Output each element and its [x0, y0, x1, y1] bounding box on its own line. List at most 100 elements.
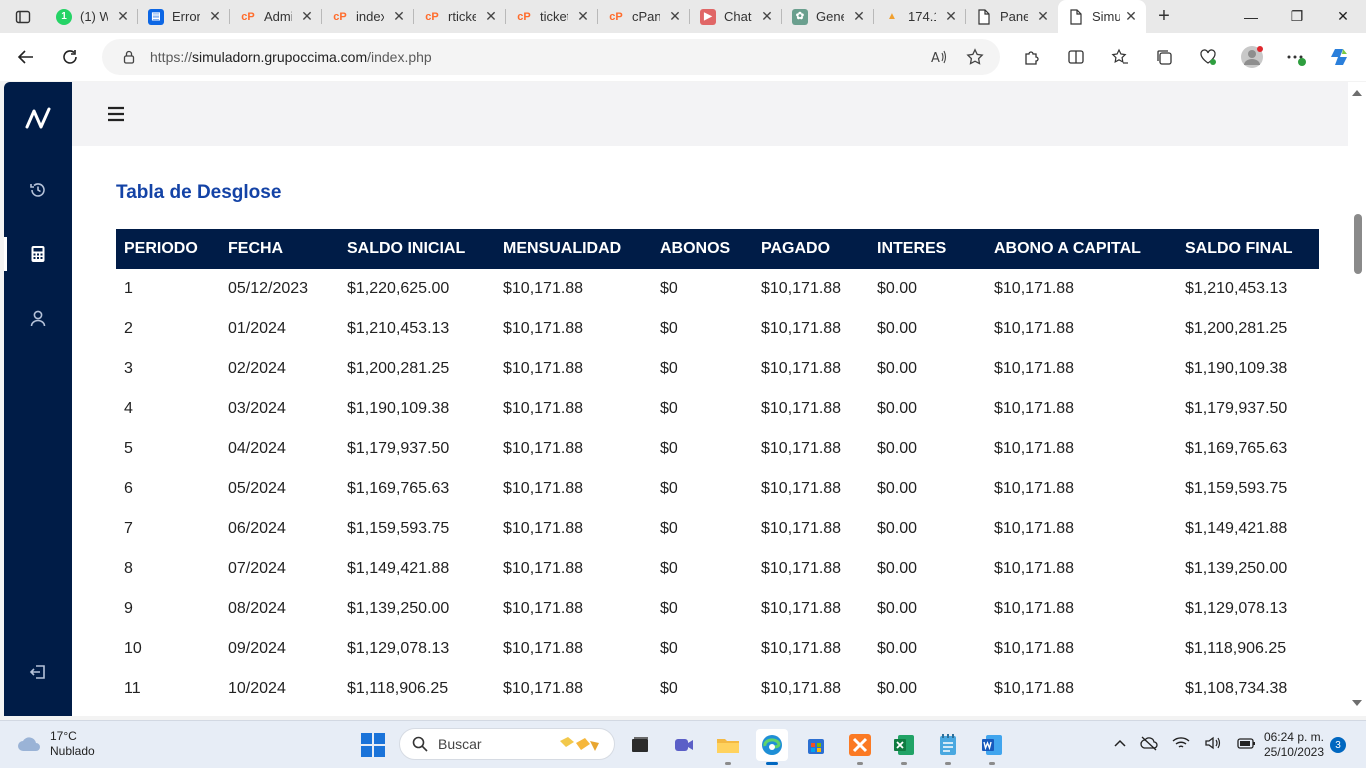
- performance-button[interactable]: [1186, 39, 1230, 75]
- browser-tab[interactable]: ✿ Gene ✕: [782, 0, 874, 33]
- close-tab-icon[interactable]: ✕: [760, 8, 774, 25]
- cloud-icon: [18, 737, 40, 751]
- read-aloud-icon[interactable]: A: [930, 48, 948, 66]
- browser-tab[interactable]: ▲ 174.1 ✕: [874, 0, 966, 33]
- taskbar-xampp[interactable]: [844, 729, 876, 765]
- table-cell: $10,171.88: [994, 400, 1075, 417]
- volume-icon[interactable]: [1204, 735, 1222, 751]
- sidebar-item-profile[interactable]: [4, 298, 72, 338]
- close-tab-icon[interactable]: ✕: [208, 8, 222, 25]
- table-cell: $10,171.88: [503, 640, 584, 657]
- browser-tab[interactable]: Pane ✕: [966, 0, 1058, 33]
- sidebar-item-logout[interactable]: [4, 652, 72, 692]
- table-row: 4 03/2024 $1,190,109.38 $10,171.88 $0 $10,171…: [116, 389, 1319, 429]
- collections-button[interactable]: [1142, 39, 1186, 75]
- start-button[interactable]: [360, 732, 386, 763]
- taskbar-store[interactable]: [800, 729, 832, 761]
- taskbar-word[interactable]: [976, 729, 1008, 765]
- close-tab-icon[interactable]: ✕: [484, 8, 498, 25]
- favorites-button[interactable]: [1098, 39, 1142, 75]
- back-button[interactable]: [8, 39, 44, 75]
- taskbar-task-view[interactable]: [624, 729, 656, 761]
- table-row: 10 09/2024 $1,129,078.13 $10,171.88 $0 $10,17…: [116, 629, 1319, 669]
- close-tab-icon[interactable]: ✕: [576, 8, 590, 25]
- taskbar-search[interactable]: Buscar: [399, 728, 615, 760]
- close-tab-icon[interactable]: ✕: [1124, 8, 1138, 25]
- close-window-button[interactable]: ✕: [1320, 0, 1366, 33]
- store-icon: [808, 739, 824, 754]
- close-tab-icon[interactable]: ✕: [668, 8, 682, 25]
- close-tab-icon[interactable]: ✕: [300, 8, 314, 25]
- address-bar[interactable]: https://simuladorn.grupoccima.com/index.…: [102, 39, 1000, 75]
- extensions-button[interactable]: [1010, 39, 1054, 75]
- sidebar-item-history[interactable]: [4, 170, 72, 210]
- split-screen-button[interactable]: [1054, 39, 1098, 75]
- weather-widget[interactable]: 17°C Nublado: [16, 729, 95, 759]
- sidebar-item-calculator[interactable]: [4, 234, 72, 274]
- battery-icon[interactable]: [1236, 735, 1256, 751]
- page-scrollbar[interactable]: [1348, 82, 1366, 716]
- table-cell: $0: [660, 400, 678, 417]
- browser-tab[interactable]: ▤ Error ✕: [138, 0, 230, 33]
- phpmyadmin-icon: ▲: [887, 11, 897, 22]
- system-clock[interactable]: 06:24 p. m. 25/10/2023: [1258, 730, 1324, 760]
- scroll-down-arrow[interactable]: [1352, 700, 1362, 706]
- browser-tab[interactable]: cP index ✕: [322, 0, 414, 33]
- tab-actions-button[interactable]: [0, 0, 46, 33]
- browser-tab[interactable]: cP cPan ✕: [598, 0, 690, 33]
- close-tab-icon[interactable]: ✕: [1036, 8, 1050, 25]
- table-cell: 06/2024: [228, 520, 286, 537]
- weather-temp: 17°C: [50, 729, 77, 743]
- reload-icon: [63, 50, 77, 64]
- close-tab-icon[interactable]: ✕: [944, 8, 958, 25]
- close-tab-icon[interactable]: ✕: [392, 8, 406, 25]
- wifi-icon[interactable]: [1172, 735, 1190, 751]
- svg-text:A: A: [931, 51, 940, 66]
- browser-tab[interactable]: cP Admi ✕: [230, 0, 322, 33]
- table-cell: $1,139,250.00: [347, 600, 450, 617]
- chevron-up-icon[interactable]: [1114, 738, 1126, 748]
- menu-toggle-button[interactable]: [106, 104, 126, 124]
- taskbar-excel[interactable]: [888, 729, 920, 765]
- taskbar-meet[interactable]: [668, 729, 700, 761]
- table-cell: $10,171.88: [994, 520, 1075, 537]
- taskbar-explorer[interactable]: [712, 729, 744, 765]
- web-app: Tabla de Desglose PERIODO FECHA SALDO INIC…: [4, 82, 1366, 716]
- table-cell: $10,171.88: [994, 280, 1075, 297]
- reload-button[interactable]: [52, 39, 88, 75]
- favorite-star-icon[interactable]: [966, 48, 984, 66]
- close-tab-icon[interactable]: ✕: [852, 8, 866, 25]
- new-tab-button[interactable]: +: [1146, 5, 1182, 28]
- table-cell: 05/2024: [228, 480, 286, 497]
- table-header: PERIODO FECHA SALDO INICIAL MENSUALIDAD ABON…: [116, 229, 1319, 269]
- table-cell: $1,210,453.13: [1185, 280, 1288, 297]
- sidebar-logo[interactable]: [4, 98, 72, 138]
- table-cell: $0: [660, 360, 678, 377]
- table-cell: 5: [124, 440, 133, 457]
- column-header: ABONOS: [652, 229, 753, 269]
- browser-tab[interactable]: 1 (1) W ✕: [46, 0, 138, 33]
- copilot-button[interactable]: [1318, 39, 1362, 75]
- settings-menu-button[interactable]: [1274, 39, 1318, 75]
- browser-tab[interactable]: cP ticket ✕: [506, 0, 598, 33]
- close-tab-icon[interactable]: ✕: [116, 8, 130, 25]
- minimize-button[interactable]: —: [1228, 0, 1274, 33]
- clock-date: 25/10/2023: [1263, 745, 1324, 759]
- notification-badge[interactable]: 3: [1330, 737, 1346, 753]
- running-indicator: [989, 762, 995, 765]
- table-cell: 03/2024: [228, 400, 286, 417]
- taskbar-notepad[interactable]: [932, 729, 964, 765]
- browser-tab[interactable]: Simu ✕: [1058, 0, 1146, 33]
- calculator-icon: [31, 246, 45, 262]
- scroll-thumb[interactable]: [1354, 214, 1362, 274]
- cloud-sync-icon[interactable]: [1140, 735, 1158, 751]
- profile-button[interactable]: [1230, 39, 1274, 75]
- restore-button[interactable]: ❐: [1274, 0, 1320, 33]
- table-cell: $1,179,937.50: [1185, 400, 1288, 417]
- main-content: Tabla de Desglose PERIODO FECHA SALDO INIC…: [72, 146, 1348, 716]
- taskbar-edge[interactable]: [756, 729, 788, 765]
- browser-tab[interactable]: ▶ Chat ✕: [690, 0, 782, 33]
- cpanel-icon: cP: [241, 10, 255, 23]
- browser-tab[interactable]: cP rticke ✕: [414, 0, 506, 33]
- scroll-up-arrow[interactable]: [1352, 90, 1362, 96]
